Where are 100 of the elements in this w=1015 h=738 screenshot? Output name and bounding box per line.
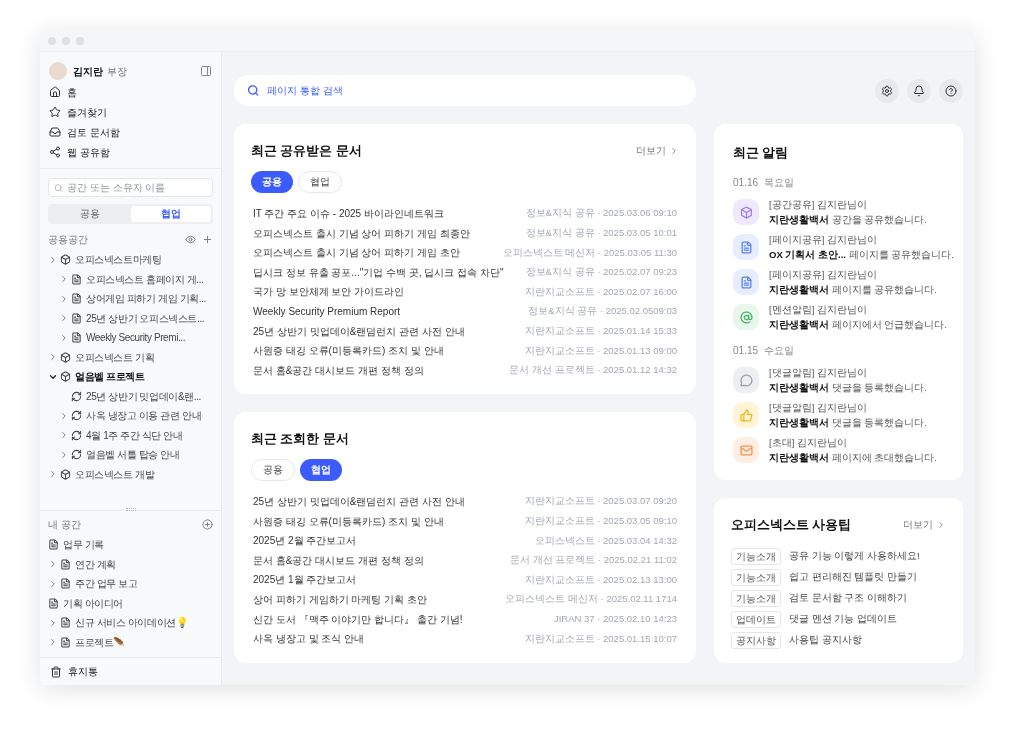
more-link[interactable]: 더보기: [903, 518, 946, 533]
settings-button[interactable]: [875, 78, 899, 103]
tree-item[interactable]: 신규 서비스 아이데이션💡: [75, 615, 188, 631]
notification-message[interactable]: 지란생활백서 페이지를 공유했습니다.: [769, 282, 937, 298]
tree-item[interactable]: 얼음벨 서틀 탑승 안내: [86, 447, 180, 463]
document-title[interactable]: 국가 망 보안체계 보안 가이드라인: [253, 284, 405, 300]
tree-item[interactable]: 4월 1주 주간 식단 안내: [86, 427, 183, 443]
nav-item[interactable]: 웹 공유함: [67, 144, 110, 160]
page-icon: [71, 332, 82, 344]
eye-icon[interactable]: [185, 234, 196, 245]
document-title[interactable]: 오피스넥스트 출시 기념 상어 피하기 게임 최종안: [253, 225, 470, 241]
tree-item[interactable]: 오피스넥스트 개발: [75, 466, 155, 482]
tree-item[interactable]: 프로젝트🪶: [75, 634, 125, 650]
document-title[interactable]: 신간 도서 『맥주 이야기만 합니다』 출간 기념!: [253, 611, 463, 627]
cube-icon: [60, 254, 71, 266]
chevron-right-icon[interactable]: [59, 293, 69, 304]
filter-tab[interactable]: 협업: [298, 170, 342, 193]
chevron-right-icon[interactable]: [48, 254, 58, 265]
notification-button[interactable]: [907, 78, 931, 103]
panel-toggle-icon[interactable]: [200, 65, 212, 77]
tip-tag: 업데이트: [731, 610, 781, 628]
search-field[interactable]: 페이지 통합 검색: [234, 75, 696, 106]
document-title[interactable]: 오피스넥스트 출시 기념 상어 피하기 게임 초안: [253, 245, 460, 261]
chevron-right-icon[interactable]: [59, 449, 69, 460]
notification-label: [초대] 김지란님이: [769, 436, 848, 451]
tip-title[interactable]: 댓글 멘션 기능 업데이트: [789, 612, 897, 627]
document-title[interactable]: 사원증 태깅 오류(미등록카드) 조치 및 안내: [253, 513, 444, 529]
tree-item[interactable]: 25년 상반기 밋업데이&랜...: [86, 388, 201, 404]
card-title: 오피스넥스트 사용팁: [731, 517, 852, 534]
plus-icon[interactable]: [202, 234, 213, 245]
chevron-right-icon[interactable]: [48, 617, 58, 628]
tree-item[interactable]: 업무 기록: [63, 537, 104, 553]
document-title[interactable]: 2025년 1월 주간보고서: [253, 572, 357, 588]
document-title[interactable]: IT 주간 주요 이슈 - 2025 바이라인네트워크: [253, 206, 444, 222]
nav-item[interactable]: 홈: [67, 84, 77, 100]
tree-item[interactable]: 오피스넥스트 홈페이지 게...: [86, 271, 204, 287]
page-icon: [60, 558, 71, 570]
bell-icon: [913, 84, 925, 97]
chevron-right-icon[interactable]: [59, 274, 69, 285]
nav-item[interactable]: 즐겨찾기: [67, 104, 107, 120]
search-input[interactable]: 페이지 통합 검색: [267, 83, 683, 98]
tree-item[interactable]: 25년 상반기 오피스넥스트...: [86, 310, 205, 326]
tree-item[interactable]: 오피스넥스트마케팅: [75, 252, 162, 268]
space-tab[interactable]: 협업: [130, 206, 211, 222]
notification-message[interactable]: 지란생활백서 댓글을 등록했습니다.: [769, 380, 927, 396]
search-input[interactable]: 공간 또는 소유자 이름: [67, 180, 207, 195]
chevron-right-icon[interactable]: [59, 332, 69, 343]
filter-tab[interactable]: 공용: [251, 458, 295, 481]
tree-item[interactable]: 주간 업무 보고: [75, 576, 138, 592]
resize-handle-icon[interactable]: [125, 508, 136, 511]
document-title[interactable]: 사원증 태깅 오류(미등록카드) 조치 및 안내: [253, 343, 444, 359]
document-title[interactable]: 2025년 2월 주간보고서: [253, 533, 357, 549]
chevron-right-icon[interactable]: [48, 469, 58, 480]
document-title[interactable]: Weekly Security Premium Report: [253, 304, 401, 319]
search-field[interactable]: 공간 또는 소유자 이름: [48, 178, 213, 197]
user-title: 부장: [107, 64, 127, 79]
notification-message[interactable]: 지란생활백서 페이지에서 언급했습니다.: [769, 317, 947, 333]
tip-title[interactable]: 공유 기능 이렇게 사용하세요!: [789, 549, 920, 564]
nav-item[interactable]: 검토 문서함: [67, 124, 120, 140]
document-title[interactable]: 문서 홈&공간 대시보드 개편 정책 정의: [253, 362, 424, 378]
notification-message[interactable]: 지란생활백서 댓글을 등록했습니다.: [769, 415, 927, 431]
tip-title[interactable]: 검토 문서함 구조 이해하기: [789, 591, 907, 606]
document-title[interactable]: 딥시크 정보 유출 공포..."기업 수백 곳, 딥시크 접속 차단": [253, 264, 504, 280]
tree-item[interactable]: 기획 아이디어: [63, 595, 123, 611]
chevron-right-icon: [936, 520, 946, 531]
chevron-right-icon[interactable]: [48, 559, 58, 570]
help-button[interactable]: [939, 78, 963, 103]
chevron-right-icon[interactable]: [48, 637, 58, 648]
notification-message[interactable]: 지란생활백서 공간을 공유했습니다.: [769, 212, 927, 228]
tree-item[interactable]: Weekly Security Premi...: [86, 330, 186, 346]
chevron-right-icon[interactable]: [48, 578, 58, 589]
speech-bubble-badge-icon: [733, 367, 759, 394]
tree-item[interactable]: 얼음벨 프로젝트: [75, 369, 145, 385]
add-circle-icon[interactable]: [202, 519, 213, 530]
notification-message[interactable]: 지란생활백서 페이지에 초대했습니다.: [769, 450, 937, 466]
tip-title[interactable]: 사용팁 공지사항: [789, 633, 862, 648]
document-title[interactable]: 상어 피하기 게임하기 마케팅 기획 초안: [253, 592, 427, 607]
tree-item[interactable]: 오피스넥스트 기획: [75, 349, 155, 365]
chevron-right-icon[interactable]: [59, 410, 69, 421]
more-link[interactable]: 더보기: [636, 144, 679, 159]
space-tab[interactable]: 공용: [50, 206, 131, 222]
notification-message[interactable]: OX 기획서 초안... 페이지를 공유했습니다.: [769, 247, 954, 263]
chevron-right-icon[interactable]: [48, 352, 58, 363]
document-title[interactable]: 25년 상반기 밋업데이&랜덤런치 관련 사전 안내: [253, 323, 465, 339]
document-title[interactable]: 사옥 냉장고 및 조식 안내: [253, 631, 365, 647]
document-title[interactable]: 25년 상반기 밋업데이&랜덤런치 관련 사전 안내: [253, 494, 465, 510]
tree-item[interactable]: 사옥 냉장고 이용 관련 안내: [86, 408, 202, 424]
tree-item[interactable]: 연간 계획: [75, 556, 116, 572]
tip-title[interactable]: 쉽고 편리해진 템플릿 만들기: [789, 570, 917, 585]
home-icon: [49, 86, 61, 98]
chevron-right-icon[interactable]: [59, 430, 69, 441]
chevron-right-icon[interactable]: [59, 313, 69, 324]
document-title[interactable]: 문서 홈&공간 대시보드 개편 정책 정의: [253, 552, 424, 568]
filter-tab[interactable]: 공용: [251, 170, 293, 193]
search-icon: [54, 182, 64, 193]
nav-item[interactable]: 휴지통: [68, 664, 98, 679]
tree-item[interactable]: 상어게임 피하기 게임 기획...: [86, 291, 206, 307]
inbox-icon: [49, 126, 61, 138]
filter-tab[interactable]: 협업: [300, 458, 342, 481]
sync-icon: [71, 429, 82, 441]
